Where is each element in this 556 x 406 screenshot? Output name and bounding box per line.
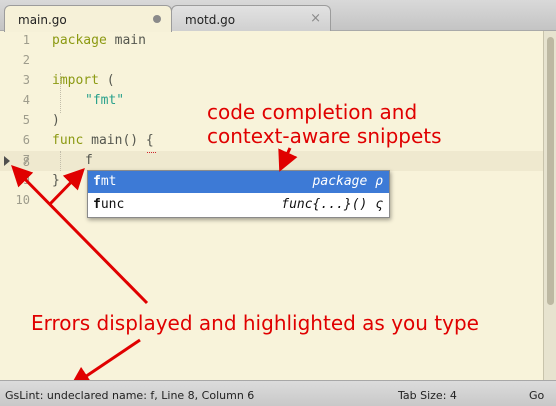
tab-main-go[interactable]: main.go — [4, 5, 172, 32]
completion-annotation-line1: code completion and — [207, 100, 418, 124]
bracket-match-underline — [147, 149, 156, 153]
close-tab-icon[interactable]: × — [310, 11, 321, 26]
lint-message: GsLint: undeclared name: f, Line 8, Colu… — [5, 389, 255, 402]
vertical-scrollbar[interactable] — [543, 31, 556, 380]
tab-label: motd.go — [185, 13, 236, 27]
indent-guide — [60, 151, 61, 171]
line-number: 9 — [22, 173, 30, 187]
line-number: 10 — [15, 193, 30, 207]
line-number: 4 — [22, 93, 30, 107]
current-line-highlight — [0, 151, 543, 171]
completion-popup[interactable]: fmt package ρ func func{...}() ς — [87, 170, 390, 218]
line-number: 6 — [22, 133, 30, 147]
syntax-selector[interactable]: Go — [529, 389, 544, 402]
line-number: 3 — [22, 73, 30, 87]
unsaved-indicator-icon[interactable] — [153, 15, 161, 23]
completion-item-func[interactable]: func func{...}() ς — [88, 194, 389, 216]
line-number: 2 — [22, 53, 30, 67]
code-line-9: } — [52, 173, 60, 188]
completion-hint: package ρ — [312, 174, 383, 189]
code-line-4: "fmt" — [85, 93, 125, 108]
code-line-3: import ( — [52, 73, 115, 88]
line-number: 8 — [22, 155, 30, 169]
tab-label: main.go — [18, 13, 67, 27]
scrollbar-thumb[interactable] — [547, 37, 554, 305]
completion-item-fmt[interactable]: fmt package ρ — [88, 171, 389, 193]
status-bar: GsLint: undeclared name: f, Line 8, Colu… — [0, 380, 556, 406]
code-line-1: package main — [52, 33, 146, 48]
errors-annotation: Errors displayed and highlighted as you … — [31, 311, 479, 335]
code-line-8: f — [85, 153, 93, 168]
tab-motd-go[interactable]: motd.go × — [171, 5, 331, 31]
completion-annotation-line2: context-aware snippets — [207, 124, 442, 148]
completion-hint: func{...}() ς — [281, 197, 383, 212]
line-number: 5 — [22, 113, 30, 127]
tab-size-setting[interactable]: Tab Size: 4 — [398, 389, 457, 402]
tab-bar: main.go motd.go × — [0, 0, 556, 32]
code-line-5: ) — [52, 113, 60, 128]
code-line-7: func main() { — [52, 133, 154, 148]
line-number: 1 — [22, 33, 30, 47]
